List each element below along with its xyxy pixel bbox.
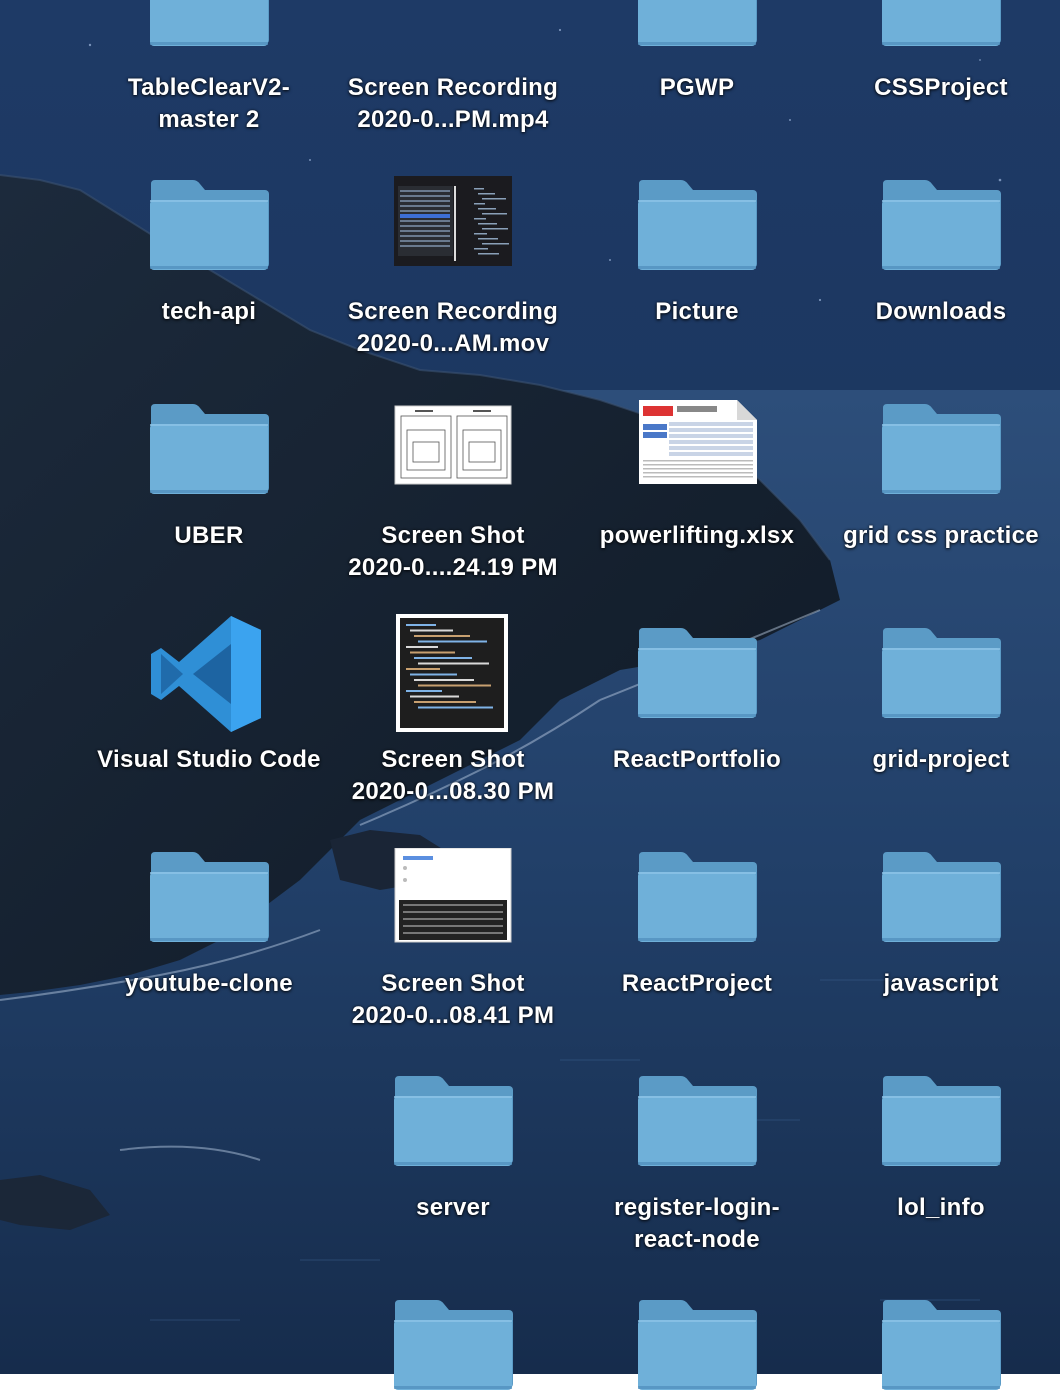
folder-icon xyxy=(333,1296,573,1396)
desktop-item-label: server xyxy=(323,1192,583,1224)
desktop-item-label-line2: 2020-0...PM.mp4 xyxy=(357,106,549,133)
desktop-item-label-line1: Visual Studio Code xyxy=(97,746,321,773)
desktop-item-label-line1: UBER xyxy=(174,522,244,549)
desktop-item-label-line2: master 2 xyxy=(158,106,260,133)
desktop-item-label: Screen Recording 2020-0...PM.mp4 xyxy=(323,72,583,136)
folder-icon xyxy=(89,176,329,276)
desktop-item-label-line1: ReactProject xyxy=(621,970,773,997)
desktop-item-label-line2: 2020-0...08.41 PM xyxy=(351,1002,555,1029)
desktop-item-label-line1: PGWP xyxy=(659,74,735,101)
desktop-item-label: ReactProject xyxy=(567,968,827,1000)
desktop-item-label: PGWP xyxy=(567,72,827,104)
video-thumbnail xyxy=(333,0,573,52)
vscode-icon xyxy=(89,614,329,732)
desktop-item-label-line1: grid css practice xyxy=(843,522,1039,549)
desktop-item-label-line1: javascript xyxy=(883,970,999,997)
desktop-item-label-line1: Downloads xyxy=(875,298,1007,325)
desktop-item-label: javascript xyxy=(811,968,1060,1000)
desktop-item-label: powerlifting.xlsx xyxy=(567,520,827,552)
desktop-item-label: Screen Shot 2020-0...08.41 PM xyxy=(323,968,583,1032)
folder-icon xyxy=(577,624,817,724)
desktop-item-label-line1: grid-project xyxy=(872,746,1010,773)
desktop-item-label: tech-api xyxy=(79,296,339,328)
desktop-item-label-line2: 2020-0...08.30 PM xyxy=(351,778,555,805)
desktop-item-label-line1: CSSProject xyxy=(874,74,1008,101)
desktop-item-label-line1: Picture xyxy=(655,298,739,325)
desktop-item-label: Picture xyxy=(567,296,827,328)
desktop-item-label: register-login- react-node xyxy=(567,1192,827,1256)
folder-icon xyxy=(89,0,329,52)
desktop-item-label: Screen Shot 2020-0...08.30 PM xyxy=(323,744,583,808)
desktop-item-label: Screen Recording 2020-0...AM.mov xyxy=(323,296,583,360)
desktop-item-label-line1: tech-api xyxy=(161,298,257,325)
desktop-item-label-line2: react-node xyxy=(634,1226,760,1253)
desktop-item-label-line1: ReactPortfolio xyxy=(612,746,782,773)
desktop-item-label-line1: register-login- xyxy=(614,1194,780,1221)
folder-icon xyxy=(821,400,1060,500)
folder-icon xyxy=(821,1072,1060,1172)
desktop-item-label-line2: 2020-0....24.19 PM xyxy=(348,554,558,581)
spreadsheet-icon xyxy=(577,400,817,500)
folder-icon xyxy=(821,624,1060,724)
desktop-icon-grid: TableClearV2- master 2 Screen Recording … xyxy=(0,0,1060,1390)
desktop-item-label: TableClearV2- master 2 xyxy=(79,72,339,136)
ui-thumbnail xyxy=(333,848,573,948)
folder-icon xyxy=(577,848,817,948)
code-thumbnail xyxy=(333,614,573,732)
desktop-item-label-line1: youtube-clone xyxy=(125,970,293,997)
desktop-item-label: grid css practice xyxy=(811,520,1060,552)
desktop-item-label: ReactPortfolio xyxy=(567,744,827,776)
folder-icon xyxy=(821,176,1060,276)
diagram-thumbnail xyxy=(333,400,573,500)
desktop-item-label-line1: lol_info xyxy=(897,1194,985,1221)
folder-icon xyxy=(821,1296,1060,1396)
folder-icon xyxy=(577,1296,817,1396)
desktop-item-label: Downloads xyxy=(811,296,1060,328)
desktop-item-label-line1: powerlifting.xlsx xyxy=(599,522,795,549)
desktop-item-label: Screen Shot 2020-0....24.19 PM xyxy=(323,520,583,584)
folder-icon xyxy=(577,1072,817,1172)
folder-icon xyxy=(577,0,817,52)
desktop-item-label: youtube-clone xyxy=(79,968,339,1000)
desktop-item-label: grid-project xyxy=(811,744,1060,776)
desktop-item-label: CSSProject xyxy=(811,72,1060,104)
desktop-item-label: UBER xyxy=(79,520,339,552)
folder-icon xyxy=(821,848,1060,948)
desktop-item-label: Visual Studio Code xyxy=(79,744,339,776)
folder-icon xyxy=(333,1072,573,1172)
desktop-item-label-line1: Screen Recording xyxy=(347,74,559,101)
folder-icon xyxy=(821,0,1060,52)
folder-icon xyxy=(89,848,329,948)
desktop-item-label-line2: 2020-0...AM.mov xyxy=(356,330,550,357)
desktop-item-label-line1: Screen Shot xyxy=(381,970,525,997)
desktop-item-label-line1: Screen Shot xyxy=(381,746,525,773)
folder-icon xyxy=(89,400,329,500)
video-thumbnail xyxy=(333,176,573,276)
desktop-item-label-line1: server xyxy=(416,1194,490,1221)
desktop-item-label: lol_info xyxy=(811,1192,1060,1224)
folder-icon xyxy=(577,176,817,276)
desktop-item-label-line1: TableClearV2- xyxy=(127,74,291,101)
desktop-item-label-line1: Screen Recording xyxy=(347,298,559,325)
desktop-item-label-line1: Screen Shot xyxy=(381,522,525,549)
